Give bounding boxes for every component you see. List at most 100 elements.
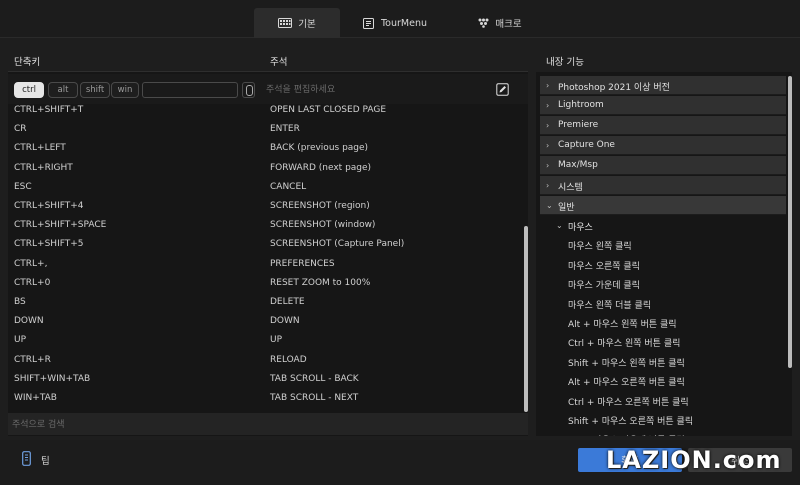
shortcut-key: DOWN xyxy=(14,316,44,327)
shortcut-row[interactable]: CTRL+SHIFT+5 SCREENSHOT (Capture Panel) xyxy=(8,235,520,254)
shortcut-row[interactable]: DOWN DOWN xyxy=(8,312,520,331)
tree-group[interactable]: › Capture One xyxy=(540,136,786,155)
tree-item-label: Ctrl + 마우스 왼쪽 버튼 클릭 xyxy=(568,339,681,350)
tree-group-open[interactable]: ⌄ 일반 xyxy=(540,196,786,215)
chevron-right-icon: › xyxy=(546,121,550,130)
modifier-alt-toggle[interactable]: alt xyxy=(48,82,78,98)
tree-item-label: Alt + 마우스 오른쪽 버튼 클릭 xyxy=(568,378,685,389)
phone-icon xyxy=(22,451,31,469)
chevron-right-icon: › xyxy=(546,141,550,150)
shortcut-note: RELOAD xyxy=(270,354,307,365)
chevron-right-icon: › xyxy=(546,181,550,190)
tree-item[interactable]: Ctrl + 마우스 왼쪽 버튼 클릭 xyxy=(540,332,786,351)
tree-group[interactable]: › Lightroom xyxy=(540,96,786,115)
note-search-input[interactable] xyxy=(12,418,512,431)
macro-icon xyxy=(478,18,489,28)
shortcut-row[interactable]: CTRL+R RELOAD xyxy=(8,351,520,370)
shortcut-list-scrollbar[interactable] xyxy=(524,226,528,412)
shortcut-note: BACK (previous page) xyxy=(270,143,369,154)
shortcut-row[interactable]: CR ENTER xyxy=(8,120,520,139)
shortcut-key: ESC xyxy=(14,181,32,192)
tree-item[interactable]: Shift + 마우스 오른쪽 버튼 클릭 xyxy=(540,410,786,429)
shortcut-row[interactable]: CTRL+SHIFT+4 SCREENSHOT (region) xyxy=(8,197,520,216)
tree-group[interactable]: › Premiere xyxy=(540,116,786,135)
tip-button[interactable]: 팁 xyxy=(22,451,50,469)
shortcut-row[interactable]: CTRL+SHIFT+T OPEN LAST CLOSED PAGE xyxy=(8,104,520,120)
tip-label: 팁 xyxy=(41,456,50,467)
shortcut-row[interactable]: CTRL+LEFT BACK (previous page) xyxy=(8,139,520,158)
tree-item[interactable]: Shift + 마우스 왼쪽 버튼 클릭 xyxy=(540,352,786,371)
shortcut-row[interactable]: ESC CANCEL xyxy=(8,178,520,197)
tree-group[interactable]: › Photoshop 2021 이상 버전 xyxy=(540,76,786,95)
shortcut-row[interactable]: CTRL+SHIFT+SPACE SCREENSHOT (window) xyxy=(8,216,520,235)
shortcut-row[interactable]: BS DELETE xyxy=(8,293,520,312)
edit-icon[interactable] xyxy=(496,83,509,96)
builtin-tree-scrollbar[interactable] xyxy=(788,76,792,368)
tree-item-label: Ctrl + 마우스 오른쪽 버튼 클릭 xyxy=(568,397,689,408)
tree-item[interactable]: Alt + 마우스 왼쪽 버튼 클릭 xyxy=(540,313,786,332)
tree-group-label: Capture One xyxy=(558,140,615,150)
note-edit-input[interactable] xyxy=(266,83,486,97)
tab-basic-label: 기본 xyxy=(298,19,316,30)
shortcut-note: RESET ZOOM to 100% xyxy=(270,277,371,288)
keyboard-icon xyxy=(278,18,293,28)
shortcut-note: TAB SCROLL - NEXT xyxy=(270,393,359,403)
shortcut-row[interactable]: CTRL+0 RESET ZOOM to 100% xyxy=(8,274,520,293)
chevron-down-icon: ⌄ xyxy=(556,221,563,230)
shortcut-note: CANCEL xyxy=(270,181,307,192)
tree-group-label: 일반 xyxy=(558,203,575,213)
shortcut-key: CTRL+SHIFT+T xyxy=(14,105,84,115)
top-tab-bar: 기본 TourMenu 매크로 xyxy=(0,0,800,38)
shortcut-table-header: 단축키 주석 xyxy=(8,46,528,72)
tree-item-label: 마우스 오른쪽 클릭 xyxy=(568,261,640,272)
menu-icon xyxy=(362,17,375,29)
shortcut-key: CR xyxy=(14,124,27,135)
mouse-button-icon[interactable] xyxy=(242,82,255,98)
column-header-shortcut: 단축키 xyxy=(14,57,41,68)
tree-item[interactable]: 마우스 오른쪽 클릭 xyxy=(540,255,786,274)
tree-item[interactable]: Alt + 마우스 가운데 버튼 클릭 xyxy=(540,429,786,436)
tree-item[interactable]: Ctrl + 마우스 오른쪽 버튼 클릭 xyxy=(540,391,786,410)
shortcut-panel: 단축키 주석 ctrl alt shift win CTRL+SHIFT+T OP… xyxy=(8,46,528,436)
shortcut-note: SCREENSHOT (region) xyxy=(270,201,370,211)
tree-group[interactable]: › Max/Msp xyxy=(540,156,786,175)
tree-item[interactable]: 마우스 왼쪽 더블 클릭 xyxy=(540,294,786,313)
shortcut-note: DELETE xyxy=(270,297,305,307)
tree-subgroup[interactable]: ⌄ 마우스 xyxy=(540,216,786,235)
shortcut-key: CTRL+, xyxy=(14,258,48,269)
shortcut-row[interactable]: SHIFT+WIN+TAB TAB SCROLL - BACK xyxy=(8,370,520,389)
chevron-right-icon: › xyxy=(546,161,550,170)
key-capture-field[interactable] xyxy=(142,82,238,98)
shortcut-row[interactable]: WIN+TAB TAB SCROLL - NEXT xyxy=(8,389,520,408)
shortcut-key: CTRL+SHIFT+SPACE xyxy=(14,220,107,231)
modifier-shift-toggle[interactable]: shift xyxy=(80,82,110,98)
shortcut-note: TAB SCROLL - BACK xyxy=(270,373,359,384)
shortcut-note: ENTER xyxy=(270,124,300,135)
tab-basic[interactable]: 기본 xyxy=(254,8,340,38)
shortcut-note: DOWN xyxy=(270,316,300,327)
builtin-functions-title: 내장 기능 xyxy=(546,57,584,68)
shortcut-key: CTRL+SHIFT+5 xyxy=(14,239,84,250)
shortcut-row[interactable]: CTRL+, PREFERENCES xyxy=(8,255,520,274)
tree-item[interactable]: 마우스 왼쪽 클릭 xyxy=(540,235,786,254)
shortcut-row[interactable]: CTRL+RIGHT FORWARD (next page) xyxy=(8,159,520,178)
tree-group-label: Photoshop 2021 이상 버전 xyxy=(558,83,670,93)
tab-macro-label: 매크로 xyxy=(495,19,522,30)
builtin-functions-panel: 내장 기능 › Photoshop 2021 이상 버전 › Lightroom › Pr… xyxy=(536,46,792,436)
tree-subgroup-label: 마우스 xyxy=(568,223,593,233)
shortcut-key: CTRL+RIGHT xyxy=(14,162,73,173)
shortcut-list: CTRL+SHIFT+T OPEN LAST CLOSED PAGE CR ENTER… xyxy=(8,104,520,412)
shortcut-row[interactable]: UP UP xyxy=(8,331,520,350)
tab-tourmenu[interactable]: TourMenu xyxy=(352,8,438,38)
modifier-ctrl-toggle[interactable]: ctrl xyxy=(14,82,44,98)
tree-item[interactable]: 마우스 가운데 클릭 xyxy=(540,274,786,293)
tree-item-label: 마우스 가운데 클릭 xyxy=(568,281,640,292)
builtin-functions-tree: › Photoshop 2021 이상 버전 › Lightroom › Premiere… xyxy=(540,76,786,436)
chevron-right-icon: › xyxy=(546,81,550,90)
dialog-footer: 팁 확인 취소 LAZION.com xyxy=(0,440,800,485)
tree-item[interactable]: Alt + 마우스 오른쪽 버튼 클릭 xyxy=(540,371,786,390)
tree-group[interactable]: › 시스템 xyxy=(540,176,786,195)
tab-macro[interactable]: 매크로 xyxy=(460,8,540,38)
tree-item-label: Alt + 마우스 왼쪽 버튼 클릭 xyxy=(568,320,677,330)
modifier-win-toggle[interactable]: win xyxy=(111,82,139,98)
